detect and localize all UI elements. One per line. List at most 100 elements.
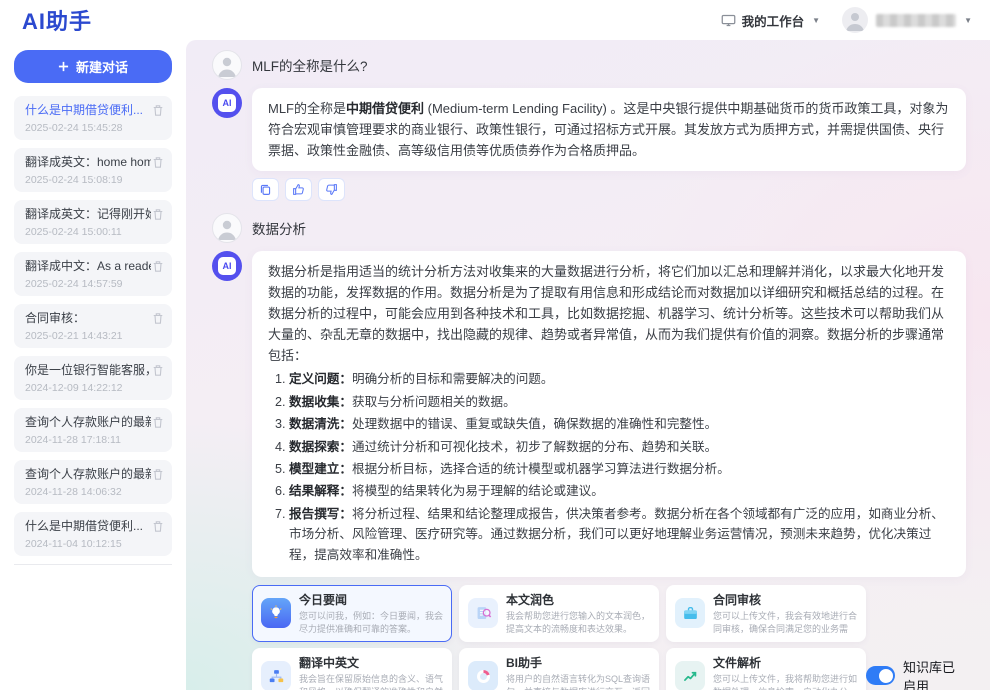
trend-up-icon <box>675 661 705 690</box>
card-title: 今日要闻 <box>299 591 443 608</box>
card-title: 合同审核 <box>713 591 857 608</box>
step-term: 数据收集： <box>289 395 352 409</box>
conversation-title: 翻译成英文：记得刚开始... <box>25 207 151 222</box>
conversation-time: 2025-02-24 14:57:59 <box>25 278 163 290</box>
conversation-time: 2024-12-09 14:22:12 <box>25 382 163 394</box>
step-term: 模型建立： <box>289 462 352 476</box>
conversation-item[interactable]: 合同审核： 2025-02-21 14:43:21 <box>14 304 172 348</box>
conversation-title: 什么是中期借贷便利... <box>25 103 151 118</box>
step-term: 结果解释： <box>289 484 352 498</box>
conversation-item[interactable]: 什么是中期借贷便利... 2024-11-04 10:12:15 <box>14 512 172 556</box>
toggle-knob <box>879 669 893 683</box>
conversation-title: 合同审核： <box>25 311 151 326</box>
card-description: 您可以上传文件，我会有效地进行合同审核，确保合同满足您的业务需求。 <box>713 610 857 636</box>
ai-message-card: 数据分析是指用适当的统计分析方法对收集来的大量数据进行分析，将它们加以汇总和理解… <box>252 251 966 577</box>
conversation-time: 2024-11-28 17:18:11 <box>25 434 163 446</box>
doc-magnifier-icon <box>468 598 498 628</box>
conversation-title: 翻译成英文：home home <box>25 155 151 170</box>
card-title: BI助手 <box>506 654 650 671</box>
message-actions <box>252 178 966 201</box>
workbench-menu[interactable]: 我的工作台 ▼ <box>721 11 820 30</box>
thumbs-up-button[interactable] <box>285 178 312 201</box>
card-description: 我会帮助您进行您输入的文本润色，提高文本的流畅度和表达效果。 <box>506 610 650 636</box>
monitor-icon <box>721 14 736 27</box>
conversation-sidebar: 新建对话 什么是中期借贷便利... 2025-02-24 15:45:28 翻译… <box>0 40 186 690</box>
conversation-item[interactable]: 翻译成英文：home home 2025-02-24 15:08:19 <box>14 148 172 192</box>
quick-actions-grid: 今日要闻 您可以问我，例如：今日要闻，我会尽力提供准确和可靠的答案。 本文润色 … <box>252 585 866 690</box>
trash-icon[interactable] <box>152 208 164 226</box>
user-avatar[interactable] <box>842 7 868 33</box>
trash-icon[interactable] <box>152 156 164 174</box>
card-file-parse[interactable]: 文件解析 您可以上传文件，我将帮助您进行如数据处理、信息检索、自动化办公等。 <box>666 648 866 690</box>
briefcase-icon <box>675 598 705 628</box>
list-item: 数据收集：获取与分析问题相关的数据。 <box>289 392 950 412</box>
card-translate[interactable]: 翻译中英文 我会旨在保留原始信息的含义、语气和风格，以确保翻译的准确性和自然流畅… <box>252 648 452 690</box>
trash-icon[interactable] <box>152 468 164 486</box>
user-message-text: MLF的全称是什么? <box>252 55 368 75</box>
copy-button[interactable] <box>252 178 279 201</box>
conversation-time: 2025-02-21 14:43:21 <box>25 330 163 342</box>
step-desc: 明确分析的目标和需要解决的问题。 <box>352 372 554 386</box>
trash-icon[interactable] <box>152 104 164 122</box>
new-chat-label: 新建对话 <box>76 57 128 76</box>
workbench-label: 我的工作台 <box>742 11 805 30</box>
chat-panel: MLF的全称是什么? AI MLF的全称是中期借贷便利 (Medium-term… <box>186 40 990 690</box>
conversation-item[interactable]: 你是一位银行智能客服，... 2024-12-09 14:22:12 <box>14 356 172 400</box>
step-desc: 通过统计分析和可视化技术，初步了解数据的分布、趋势和关联。 <box>352 440 717 454</box>
card-title: 本文润色 <box>506 591 650 608</box>
conversation-title: 查询个人存款账户的最新... <box>25 415 151 430</box>
conversation-title: 翻译成中文：As a reader... <box>25 259 151 274</box>
user-message: MLF的全称是什么? <box>212 50 966 80</box>
conversation-item[interactable]: 翻译成中文：As a reader... 2025-02-24 14:57:59 <box>14 252 172 296</box>
ai-message: AI MLF的全称是中期借贷便利 (Medium-term Lending Fa… <box>212 88 966 171</box>
ai-text-bold: 中期借贷便利 <box>346 101 424 116</box>
step-term: 数据清洗： <box>289 417 352 431</box>
trash-icon[interactable] <box>152 520 164 538</box>
new-chat-button[interactable]: 新建对话 <box>14 50 172 83</box>
ai-message: AI 数据分析是指用适当的统计分析方法对收集来的大量数据进行分析，将它们加以汇总… <box>212 251 966 577</box>
ai-avatar: AI <box>212 251 242 281</box>
conversation-item[interactable]: 查询个人存款账户的最新... 2024-11-28 14:06:32 <box>14 460 172 504</box>
card-description: 您可以问我，例如：今日要闻，我会尽力提供准确和可靠的答案。 <box>299 610 443 636</box>
card-title: 文件解析 <box>713 654 857 671</box>
card-contract-review[interactable]: 合同审核 您可以上传文件，我会有效地进行合同审核，确保合同满足您的业务需求。 <box>666 585 866 642</box>
trash-icon[interactable] <box>152 364 164 382</box>
bulb-icon <box>261 598 291 628</box>
user-name-blurred[interactable] <box>876 14 956 27</box>
conversation-title: 查询个人存款账户的最新... <box>25 467 151 482</box>
person-icon <box>842 7 868 33</box>
top-bar: AI助手 我的工作台 ▼ ▼ <box>0 0 990 40</box>
person-icon <box>213 214 241 242</box>
step-desc: 获取与分析问题相关的数据。 <box>352 395 516 409</box>
step-desc: 将模型的结果转化为易于理解的结论或建议。 <box>352 484 604 498</box>
conversation-item[interactable]: 翻译成英文：记得刚开始... 2025-02-24 15:00:11 <box>14 200 172 244</box>
trash-icon[interactable] <box>152 416 164 434</box>
conversation-title: 你是一位银行智能客服，... <box>25 363 151 378</box>
thumbs-up-icon <box>292 183 305 196</box>
conversation-item[interactable]: 什么是中期借贷便利... 2025-02-24 15:45:28 <box>14 96 172 140</box>
conversation-item[interactable]: 查询个人存款账户的最新... 2024-11-28 17:18:11 <box>14 408 172 452</box>
plus-icon <box>58 61 69 72</box>
user-message-avatar <box>212 50 242 80</box>
list-item: 结果解释：将模型的结果转化为易于理解的结论或建议。 <box>289 481 950 501</box>
analysis-steps-list: 定义问题：明确分析的目标和需要解决的问题。 数据收集：获取与分析问题相关的数据。… <box>268 369 950 565</box>
step-desc: 根据分析目标，选择合适的统计模型或机器学习算法进行数据分析。 <box>352 462 730 476</box>
step-term: 报告撰写： <box>289 507 352 521</box>
sidebar-divider <box>14 564 172 565</box>
card-text-polish[interactable]: 本文润色 我会帮助您进行您输入的文本润色，提高文本的流畅度和表达效果。 <box>459 585 659 642</box>
knowledge-toggle[interactable] <box>866 666 895 685</box>
user-message: 数据分析 <box>212 213 966 243</box>
card-daily-news[interactable]: 今日要闻 您可以问我，例如：今日要闻，我会尽力提供准确和可靠的答案。 <box>252 585 452 642</box>
ai-text: 数据分析是指用适当的统计分析方法对收集来的大量数据进行分析，将它们加以汇总和理解… <box>268 264 944 363</box>
thumbs-down-button[interactable] <box>318 178 345 201</box>
conversation-time: 2025-02-24 15:08:19 <box>25 174 163 186</box>
chevron-down-icon[interactable]: ▼ <box>964 16 972 25</box>
card-bi-assistant[interactable]: BI助手 将用户的自然语言转化为SQL查询语句，并直接与数据库进行交互，返回智能… <box>459 648 659 690</box>
copy-icon <box>259 183 272 196</box>
step-desc: 将分析过程、结果和结论整理成报告，供决策者参考。数据分析在各个领域都有广泛的应用… <box>289 507 944 562</box>
trash-icon[interactable] <box>152 312 164 330</box>
trash-icon[interactable] <box>152 260 164 278</box>
user-message-avatar <box>212 213 242 243</box>
card-title: 翻译中英文 <box>299 654 443 671</box>
conversation-time: 2024-11-04 10:12:15 <box>25 538 163 550</box>
